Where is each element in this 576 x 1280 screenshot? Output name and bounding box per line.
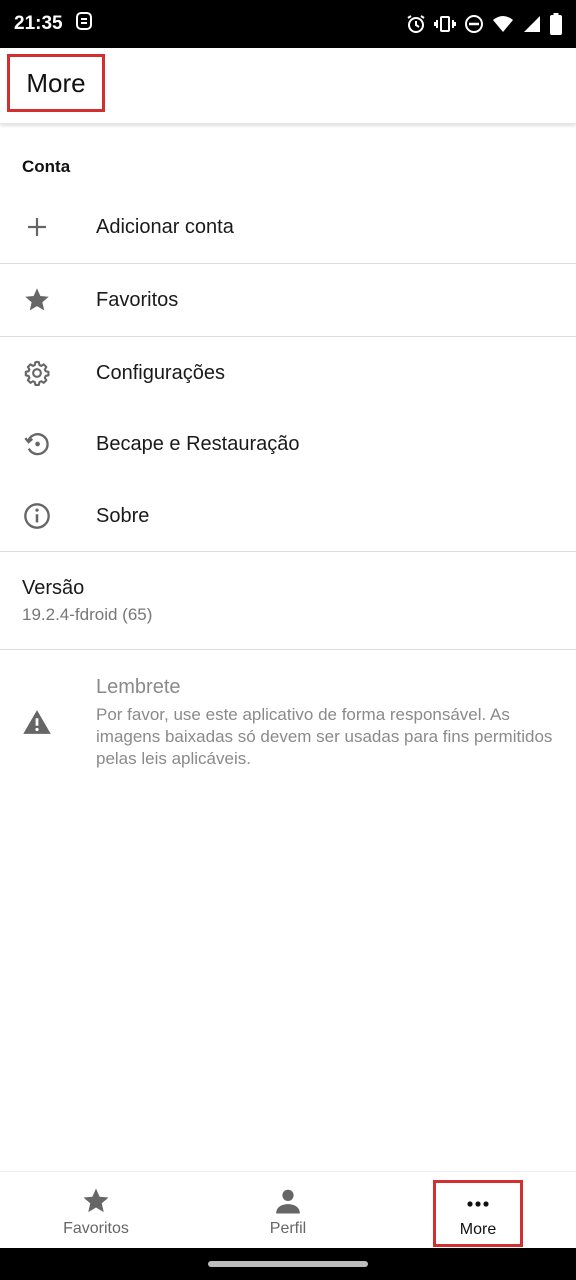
divider [0,649,576,650]
bottom-nav: Favoritos Perfil More [0,1171,576,1248]
star-icon [36,1186,156,1216]
status-time: 21:35 [14,13,63,34]
nav-tab-favorites-label: Favoritos [63,1220,129,1237]
add-account-label: Adicionar conta [96,215,234,238]
nav-tab-profile-label: Perfil [269,1220,307,1237]
more-dots-icon [436,1191,520,1217]
backup-restore-item[interactable]: Becape e Restauração [0,408,576,480]
warning-icon [22,707,52,737]
nav-tab-favorites[interactable]: Favoritos [36,1172,156,1249]
page-title: More [7,54,105,112]
alarm-icon [406,14,426,34]
add-account-item[interactable]: Adicionar conta [0,191,576,263]
section-header-conta: Conta [22,157,71,176]
wifi-icon [492,14,514,34]
about-label: Sobre [96,504,150,527]
signal-icon [522,14,542,34]
notification-app-icon [75,11,93,37]
vibrate-icon [434,14,456,34]
reminder-title: Lembrete [96,676,181,698]
person-icon [228,1186,348,1216]
info-icon [22,501,52,531]
home-gesture-handle[interactable] [208,1261,368,1267]
favorites-item[interactable]: Favoritos [0,264,576,336]
battery-icon [550,13,562,35]
divider [0,551,576,552]
plus-icon [22,212,52,242]
nav-tab-profile[interactable]: Perfil [228,1172,348,1249]
reminder-body: Por favor, use este aplicativo de forma … [96,705,553,768]
gear-icon [22,358,52,388]
app-bar: More [0,48,576,124]
about-item[interactable]: Sobre [0,480,576,552]
favorites-label: Favoritos [96,288,179,311]
version-title: Versão [22,577,85,599]
settings-item[interactable]: Configurações [0,337,576,409]
star-icon [22,285,52,315]
nav-tab-more[interactable]: More [433,1180,523,1247]
version-value: 19.2.4-fdroid (65) [22,605,153,624]
dnd-icon [464,14,484,34]
system-gesture-bar [0,1248,576,1280]
status-bar: 21:35 [0,0,576,48]
settings-label: Configurações [96,361,225,384]
backup-restore-label: Becape e Restauração [96,432,300,455]
nav-tab-more-label: More [459,1221,497,1238]
restore-icon [22,429,52,459]
